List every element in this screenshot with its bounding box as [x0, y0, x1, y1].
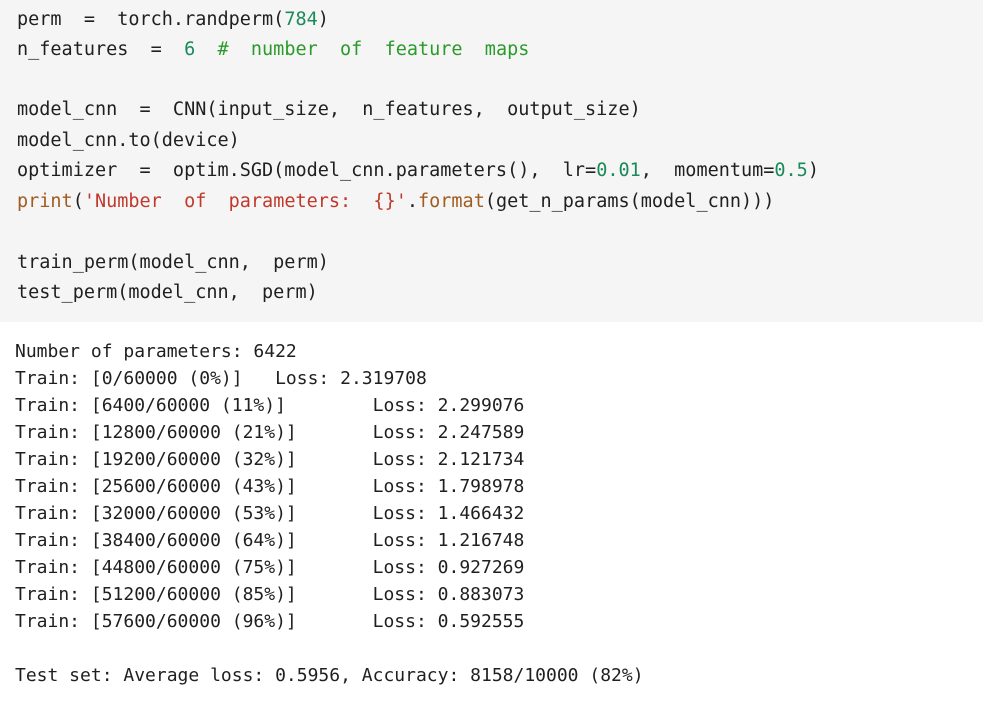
test-result-line: Test set: Average loss: 0.5956, Accuracy… [15, 665, 644, 686]
code-line-7: print('Number of parameters: {}'.format(… [17, 187, 774, 217]
code-line-2: n_features = 6 # number of feature maps [17, 35, 529, 65]
output-line: Train: [51200/60000 (85%)] Loss: 0.88307… [15, 584, 525, 605]
code-text: (get_n_params(model_cnn))) [484, 191, 775, 212]
code-line-5: model_cnn.to(device) [17, 126, 240, 156]
output-line: Train: [38400/60000 (64%)] Loss: 1.21674… [15, 530, 525, 551]
code-number: 784 [284, 9, 318, 30]
output-line: Number of parameters: 6422 [15, 341, 297, 362]
code-text: . [406, 191, 418, 212]
code-line-4: model_cnn = CNN(input_size, n_features, … [17, 95, 641, 125]
code-number: 0.5 [774, 160, 808, 181]
code-text: perm = torch.randperm( [17, 9, 285, 30]
code-line-9: train_perm(model_cnn, perm) [17, 248, 329, 278]
code-line-1: perm = torch.randperm(784) [17, 5, 329, 35]
code-text: model_cnn = CNN(input_size, n_features, … [17, 99, 641, 120]
output-line: Train: [44800/60000 (75%)] Loss: 0.92726… [15, 557, 525, 578]
output-line: Train: [12800/60000 (21%)] Loss: 2.24758… [15, 422, 525, 443]
output-line: Train: [6400/60000 (11%)] Loss: 2.299076 [15, 395, 525, 416]
code-text: ) [807, 160, 819, 181]
code-text: test_perm(model_cnn, perm) [17, 282, 318, 303]
code-number: 0.01 [596, 160, 641, 181]
code-text: ( [72, 191, 84, 212]
code-text: optimizer = optim.SGD(model_cnn.paramete… [17, 160, 597, 181]
code-builtin: print [17, 191, 73, 212]
code-text: ) [317, 9, 329, 30]
code-line-6: optimizer = optim.SGD(model_cnn.paramete… [17, 156, 819, 186]
code-text: , momentum= [640, 160, 775, 181]
output-line: Train: [57600/60000 (96%)] Loss: 0.59255… [15, 611, 525, 632]
code-text: n_features = [17, 39, 185, 60]
code-text: model_cnn.to(device) [17, 130, 240, 151]
code-number: 6 [184, 39, 196, 60]
code-string: 'Number of parameters: {}' [83, 191, 407, 212]
output-line: Train: [0/60000 (0%)] Loss: 2.319708 [15, 368, 427, 389]
output-line: Train: [32000/60000 (53%)] Loss: 1.46643… [15, 503, 525, 524]
code-text: train_perm(model_cnn, perm) [17, 252, 329, 273]
code-builtin: format [418, 191, 485, 212]
output-line: Train: [25600/60000 (43%)] Loss: 1.79897… [15, 476, 525, 497]
output-line: Train: [19200/60000 (32%)] Loss: 2.12173… [15, 449, 525, 470]
code-line-10: test_perm(model_cnn, perm) [17, 278, 318, 308]
cell-output: Number of parameters: 6422 Train: [0/600… [0, 322, 983, 714]
code-cell[interactable]: perm = torch.randperm(784) n_features = … [0, 0, 983, 322]
code-comment: # number of feature maps [195, 39, 530, 60]
